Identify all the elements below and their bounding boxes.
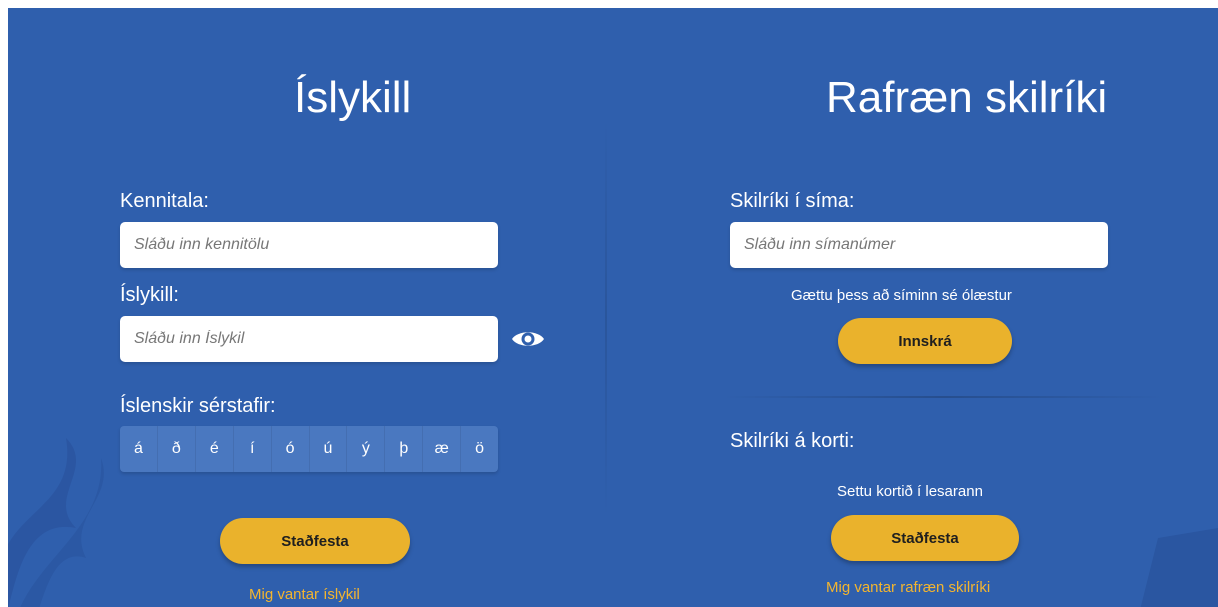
islykill-submit-button[interactable]: Staðfesta — [220, 518, 410, 564]
phone-note: Gættu þess að síminn sé ólæstur — [791, 287, 1012, 304]
card-submit-button[interactable]: Staðfesta — [831, 515, 1019, 561]
card-note: Settu kortið í lesarann — [837, 483, 983, 500]
islykill-input[interactable] — [120, 316, 498, 362]
kennitala-label: Kennitala: — [120, 190, 209, 212]
phone-label: Skilríki í síma: — [730, 190, 855, 212]
special-char-button[interactable]: ú — [310, 426, 348, 472]
decorative-corner-shape — [1140, 528, 1218, 607]
special-char-button[interactable]: í — [234, 426, 272, 472]
special-char-button[interactable]: ð — [158, 426, 196, 472]
login-button[interactable]: Innskrá — [838, 318, 1012, 364]
phone-input[interactable] — [730, 222, 1108, 268]
missing-rafraen-skilriki-link[interactable]: Mig vantar rafræn skilríki — [826, 579, 990, 596]
special-char-button[interactable]: þ — [385, 426, 424, 472]
login-panel: Íslykill Kennitala: Íslykill: Íslenskir … — [8, 8, 1218, 607]
rafraen-skilriki-title: Rafræn skilríki — [826, 73, 1108, 122]
special-char-button[interactable]: ý — [347, 426, 386, 472]
decorative-flame-shape — [8, 438, 104, 607]
horizontal-divider — [723, 396, 1163, 398]
special-char-button[interactable]: æ — [423, 426, 462, 472]
card-label: Skilríki á korti: — [730, 430, 855, 452]
eye-icon[interactable] — [511, 328, 545, 350]
islykill-title: Íslykill — [294, 73, 412, 122]
kennitala-input[interactable] — [120, 222, 498, 268]
special-chars-label: Íslenskir sérstafir: — [120, 395, 276, 417]
special-char-button[interactable]: ö — [461, 426, 498, 472]
missing-islykill-link[interactable]: Mig vantar íslykil — [249, 586, 360, 603]
special-char-button[interactable]: á — [120, 426, 158, 472]
special-chars-bar: á ð é í ó ú ý þ æ ö — [120, 426, 498, 472]
vertical-divider — [605, 118, 607, 518]
special-char-button[interactable]: ó — [272, 426, 310, 472]
islykill-label: Íslykill: — [120, 284, 179, 306]
special-char-button[interactable]: é — [196, 426, 234, 472]
